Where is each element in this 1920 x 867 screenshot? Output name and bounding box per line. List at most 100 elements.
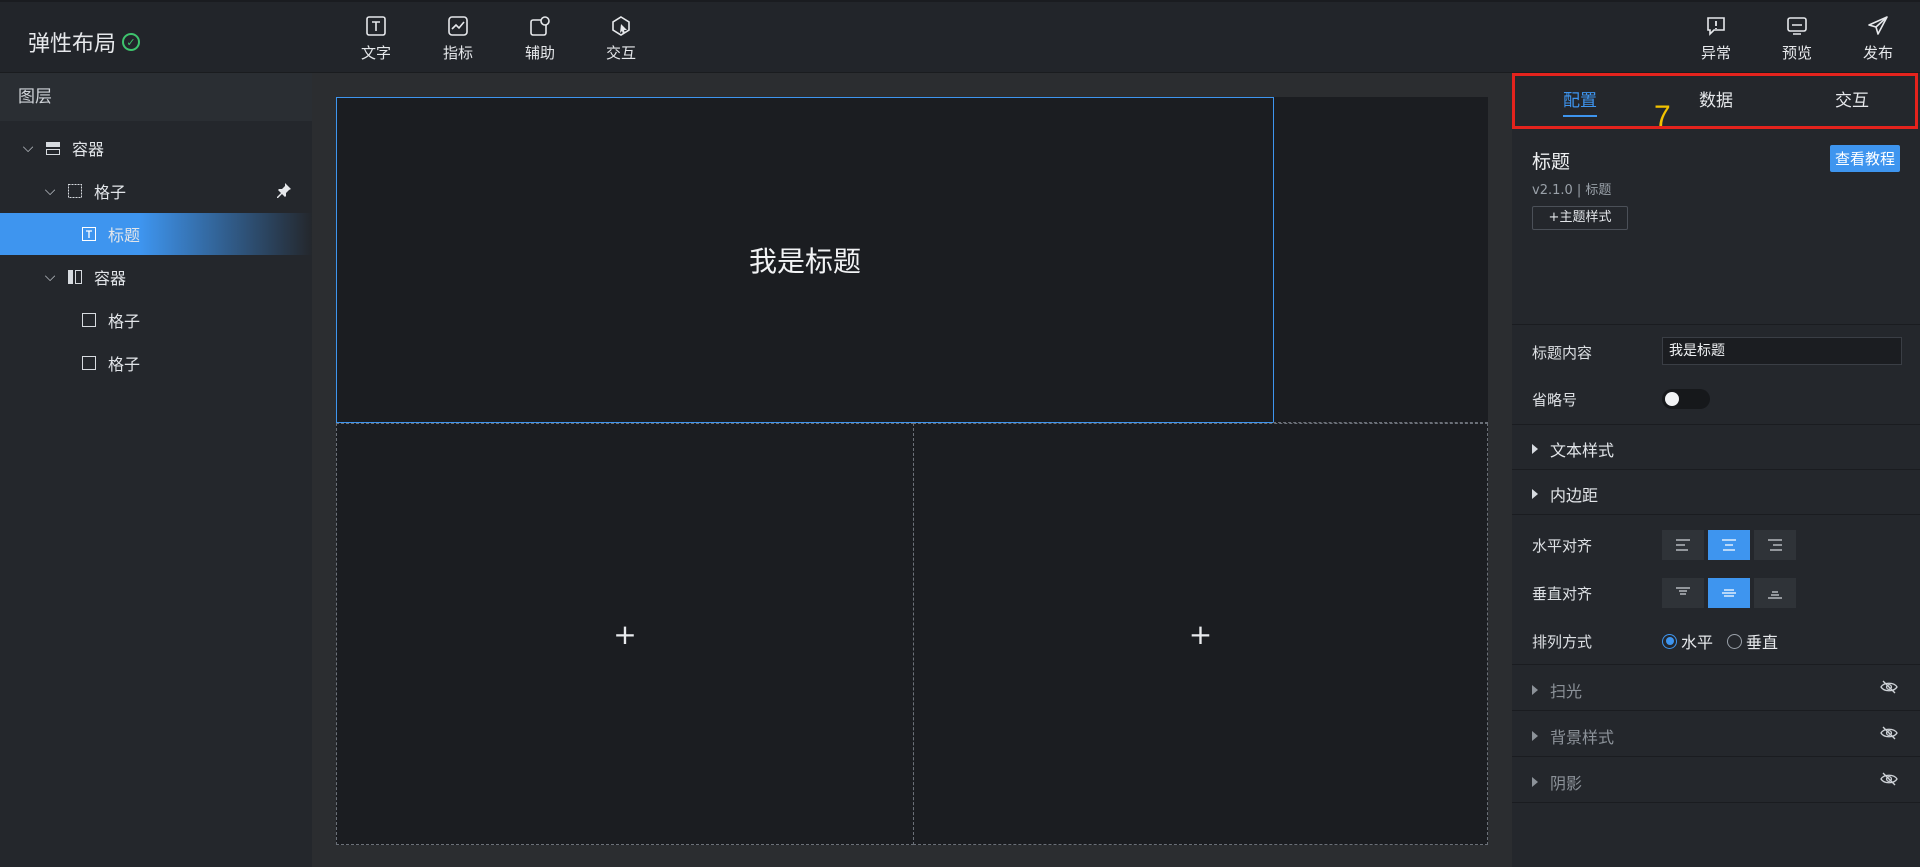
layer-item-cell-2[interactable]: 格子 [0,299,312,341]
text-icon [364,14,388,38]
action-publish[interactable]: 发布 [1848,14,1908,63]
layer-item-label: 格子 [94,183,127,202]
add-icon[interactable]: + [613,618,636,651]
grid-cell-left[interactable]: + [336,423,914,845]
tool-interaction[interactable]: 交互 [591,14,651,63]
text-icon [80,225,98,243]
shadow-group[interactable]: 阴影 [1512,757,1920,803]
radio-vertical[interactable] [1727,633,1743,649]
app-title-text: 弹性布局 [28,32,117,57]
scan-light-header[interactable]: 扫光 [1532,678,1582,702]
title-component-text: 我是标题 [748,245,861,278]
layer-item-cell[interactable]: ⌵ 格子 [0,170,312,212]
action-preview-label: 预览 [1781,44,1812,62]
check-circle-icon: ✓ [122,33,141,51]
title-content-input[interactable]: 我是标题 [1662,337,1902,365]
padding-label: 内边距 [1550,486,1599,505]
tool-interaction-label: 交互 [605,44,636,62]
layers-panel: 图层 ⌵ 容器 ⌵ 格子 标题 ⌵ 容器 格子 格子 [0,73,312,867]
alert-icon [1704,14,1728,38]
chevron-down-icon[interactable]: ⌵ [20,140,36,156]
align-right-button[interactable] [1754,530,1796,560]
tool-metric[interactable]: 指标 [428,14,488,63]
align-left-button[interactable] [1662,530,1704,560]
layer-item-container[interactable]: ⌵ 容器 [0,127,312,169]
background-style-group[interactable]: 背景样式 [1512,711,1920,757]
align-middle-button[interactable] [1708,578,1750,608]
pin-icon[interactable] [276,182,292,202]
layer-item-label: 格子 [108,312,141,331]
cell-icon [80,311,98,329]
padding-group[interactable]: 内边距 [1512,470,1920,515]
text-style-label: 文本样式 [1550,441,1615,460]
tool-helper-label: 辅助 [524,44,555,62]
scan-light-label: 扫光 [1550,682,1583,701]
tool-helper[interactable]: 辅助 [510,14,570,63]
chart-icon [446,14,470,38]
pointer-icon [609,14,633,38]
divider [1273,422,1488,423]
alignment-section: 水平对齐 垂直对齐 排列方式 水平 垂直 [1512,515,1920,665]
arrange-label: 排列方式 [1532,633,1593,651]
tab-config[interactable]: 配置 [1512,73,1648,129]
align-top-button[interactable] [1662,578,1704,608]
shadow-header[interactable]: 阴影 [1532,770,1582,794]
app-title: 弹性布局 ✓ [28,26,141,58]
title-component[interactable]: 我是标题 [336,97,1274,423]
background-style-header[interactable]: 背景样式 [1532,724,1614,748]
shadow-label: 阴影 [1550,774,1583,793]
caret-right-icon [1532,489,1538,499]
basic-props-section: 标题内容 我是标题 省略号 [1512,325,1920,425]
layers-header: 图层 [0,73,312,121]
grid-cell-right[interactable]: + [913,423,1488,845]
caret-right-icon [1532,444,1538,454]
tool-text-label: 文字 [360,44,391,62]
layer-item-label: 容器 [72,140,105,159]
padding-header[interactable]: 内边距 [1532,482,1598,506]
content-label: 标题内容 [1532,344,1593,362]
design-canvas[interactable]: 我是标题 + + [336,97,1488,845]
layer-item-container-2[interactable]: ⌵ 容器 [0,256,312,298]
eye-off-icon[interactable] [1880,725,1898,745]
align-center-button[interactable] [1708,530,1750,560]
toggle-knob [1665,392,1679,406]
text-style-group[interactable]: 文本样式 [1512,425,1920,470]
align-bottom-button[interactable] [1754,578,1796,608]
v-align-label: 垂直对齐 [1532,585,1593,603]
tab-interaction[interactable]: 交互 [1784,73,1920,129]
action-exception-label: 异常 [1700,44,1731,62]
columns-icon [66,268,84,286]
radio-horizontal-label: 水平 [1681,633,1714,652]
action-exception[interactable]: 异常 [1686,14,1746,63]
text-style-header[interactable]: 文本样式 [1532,437,1614,461]
layer-item-label: 格子 [108,355,141,374]
action-preview[interactable]: 预览 [1767,14,1827,63]
chevron-down-icon[interactable]: ⌵ [42,269,58,285]
eye-off-icon[interactable] [1880,771,1898,791]
step-marker: 7 [1654,100,1671,133]
caret-right-icon [1532,731,1538,741]
cell-icon [80,354,98,372]
preview-icon [1785,14,1809,38]
cell-icon [66,182,84,200]
v-align-group [1662,578,1796,608]
chevron-down-icon[interactable]: ⌵ [42,183,58,199]
radio-vertical-label: 垂直 [1746,633,1779,652]
theme-style-button[interactable]: +主题样式 [1532,206,1628,230]
layer-item-title[interactable]: 标题 [0,213,312,255]
container-icon [44,139,62,157]
ellipsis-toggle[interactable] [1662,389,1710,409]
config-panel: 配置 数据 交互 标题 查看教程 v2.1.0 | 标题 +主题样式 标题内容 … [1512,73,1920,867]
layer-item-cell-3[interactable]: 格子 [0,342,312,384]
tool-text[interactable]: 文字 [346,14,406,63]
action-publish-label: 发布 [1862,44,1893,62]
eye-off-icon[interactable] [1880,679,1898,699]
radio-horizontal[interactable] [1662,633,1677,649]
caret-right-icon [1532,685,1538,695]
caret-right-icon [1532,777,1538,787]
scan-light-group[interactable]: 扫光 [1512,665,1920,711]
tag-icon [528,14,552,38]
tool-metric-label: 指标 [442,44,473,62]
add-icon[interactable]: + [1189,618,1212,651]
view-tutorial-button[interactable]: 查看教程 [1829,145,1900,172]
